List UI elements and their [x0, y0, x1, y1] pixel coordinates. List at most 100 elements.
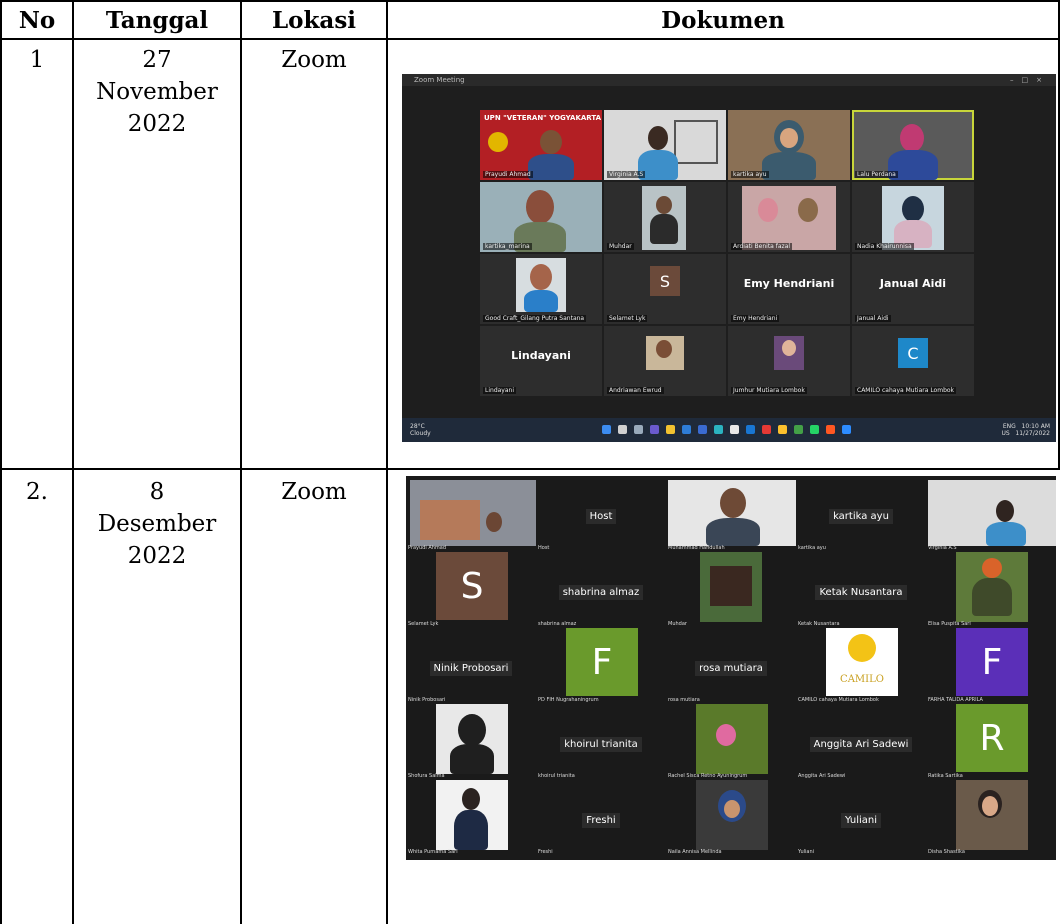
avatar-letter: S: [650, 266, 680, 296]
app-icon[interactable]: [826, 425, 835, 434]
video-tile: Muhdar: [666, 552, 796, 628]
edge-icon[interactable]: [714, 425, 723, 434]
participant-body: [972, 578, 1012, 616]
participant-face: [982, 558, 1002, 578]
date-month: November: [96, 79, 218, 105]
region: US: [1001, 430, 1010, 437]
video-tile: kartika ayu kartika ayu: [796, 476, 926, 552]
app-icon[interactable]: [746, 425, 755, 434]
clock-time: 10:10 AM: [1021, 423, 1050, 430]
weather-desc: Cloudy: [410, 430, 431, 437]
participant-name: Virginia A.S: [928, 545, 957, 551]
video-tile: Emy Hendriani Emy Hendriani: [728, 254, 850, 324]
participant-name: Selamet Lyk: [607, 315, 648, 322]
header-lokasi: Lokasi: [271, 6, 357, 34]
participant-display-name: Ninik Probosari: [429, 661, 513, 676]
participant-name: Lalu Perdana: [855, 171, 898, 178]
participant-face: [758, 198, 778, 222]
participant-name: Shofura Salma: [408, 773, 445, 779]
video-tile: F PD FIH Nugrahaningrum: [536, 628, 666, 704]
app-icon[interactable]: [794, 425, 803, 434]
participant-body: [706, 518, 760, 546]
row-number: 1: [29, 47, 45, 73]
participant-body: [454, 810, 488, 850]
participant-name: shabrina almaz: [538, 621, 577, 627]
participant-face: [996, 500, 1014, 522]
video-tile: Ardiati Benita fazal: [728, 182, 850, 252]
lang: ENG: [1002, 423, 1016, 430]
date-year: 2022: [127, 111, 187, 137]
zoom-icon[interactable]: [842, 425, 851, 434]
participant-name: PD FIH Nugrahaningrum: [538, 697, 599, 703]
participant-face: [780, 128, 798, 148]
video-tile: Janual Aidi Janual Aidi: [852, 254, 974, 324]
participant-face: [486, 512, 502, 532]
participant-name: Janual Aidi: [855, 315, 891, 322]
building: [420, 500, 480, 540]
taskview-icon[interactable]: [634, 425, 643, 434]
participant-body: [762, 152, 816, 180]
row-date: 27 November 2022: [74, 44, 240, 140]
participant-body: [528, 154, 574, 180]
video-tile-active-speaker: Lalu Perdana: [852, 110, 974, 180]
system-tray[interactable]: ENG 10:10 AM US 11/27/2022: [1001, 423, 1050, 437]
participant-name: Ketak Nusantara: [798, 621, 840, 627]
folder-icon[interactable]: [666, 425, 675, 434]
participant-name: Lindayani: [483, 387, 516, 394]
video-tile: Good Craft_Gilang Putra Santana: [480, 254, 602, 324]
participant-display-name: Host: [585, 509, 617, 524]
whatsapp-icon[interactable]: [810, 425, 819, 434]
participant-name: Muhdar: [668, 621, 687, 627]
participant-display-name: kartika ayu: [829, 509, 893, 524]
date-year: 2022: [127, 543, 187, 569]
video-tile: Virginia A.S: [604, 110, 726, 180]
video-tile: Jumhur Mutiara Lombok: [728, 326, 850, 396]
participant-name: CAMILO cahaya Mutiara Lombok: [798, 697, 879, 703]
participant-display-name: Janual Aidi: [879, 276, 947, 290]
video-tile: kartika ayu: [728, 110, 850, 180]
app-icon[interactable]: [778, 425, 787, 434]
weather-widget[interactable]: 28°C Cloudy: [410, 423, 431, 437]
app-icon[interactable]: [682, 425, 691, 434]
chrome-icon[interactable]: [730, 425, 739, 434]
header-dokumen: Dokumen: [661, 6, 785, 34]
participant-body: [650, 214, 678, 244]
participant-face: [982, 796, 998, 816]
video-tile: Muhdar: [604, 182, 726, 252]
participant-name: Yuliani: [798, 849, 815, 855]
participant-name: kartika ayu: [731, 171, 769, 178]
participant-display-name: Lindayani: [511, 348, 571, 362]
participant-body: [450, 744, 494, 774]
participant-name: Emy Hendriani: [731, 315, 780, 322]
participant-name: Prayudi Ahmad: [408, 545, 447, 551]
start-icon[interactable]: [602, 425, 611, 434]
avatar-letter: R: [956, 704, 1028, 772]
banner-text: UPN "VETERAN" YOGYAKARTA: [484, 114, 602, 122]
store-icon[interactable]: [698, 425, 707, 434]
row-divider: [0, 468, 1060, 470]
participant-name: kartika_marina: [483, 243, 532, 250]
participant-name: Ardiati Benita fazal: [731, 243, 793, 250]
participant-display-name: Ketak Nusantara: [815, 585, 907, 600]
participant-face: [458, 714, 486, 746]
table-border-left: [0, 0, 2, 924]
participant-face: [782, 340, 796, 356]
product-box: [710, 566, 752, 606]
participant-name: CAMILO cahaya Mutiara Lombok: [855, 387, 957, 394]
participant-name: kartika ayu: [798, 545, 826, 551]
camilo-logo-text: CAMILO: [840, 674, 884, 685]
video-tile: Muhammad Hafidullah: [666, 476, 796, 552]
header-no: No: [18, 6, 56, 34]
chat-icon[interactable]: [650, 425, 659, 434]
video-tile: rosa mutiara rosa mutiara: [666, 628, 796, 704]
participant-name: Good Craft_Gilang Putra Santana: [483, 315, 587, 322]
avatar-letter: F: [956, 628, 1028, 696]
video-tile: Andriawan Ewrud: [604, 326, 726, 396]
date-day: 8: [149, 479, 165, 505]
taskbar-apps: [602, 425, 851, 434]
video-tile: S Selamet Lyk: [406, 552, 536, 628]
window-controls: –□×: [1010, 76, 1050, 84]
app-icon[interactable]: [762, 425, 771, 434]
search-icon[interactable]: [618, 425, 627, 434]
participant-name: Elisa Puspita Sari: [928, 621, 971, 627]
